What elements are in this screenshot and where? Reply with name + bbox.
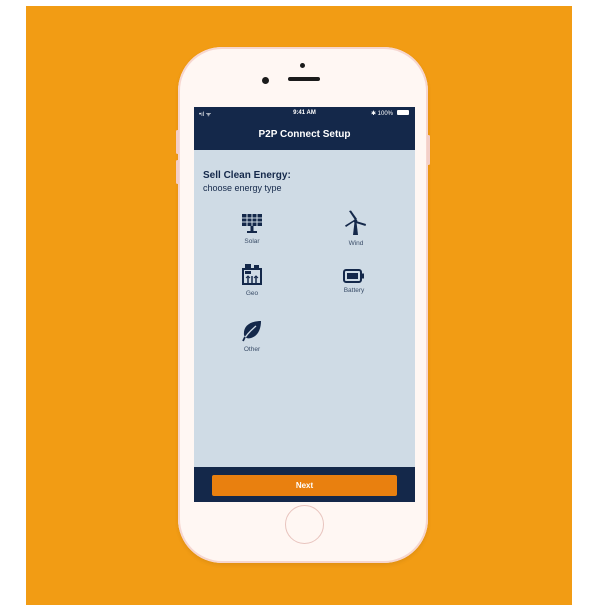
app-header: P2P Connect Setup <box>194 120 415 150</box>
battery-icon <box>397 110 409 115</box>
option-geo[interactable]: Geo <box>227 262 277 297</box>
next-button[interactable]: Next <box>212 475 397 496</box>
sensor-dot <box>300 63 305 68</box>
option-battery[interactable]: Battery <box>329 269 379 294</box>
geo-plant-icon <box>242 264 262 285</box>
battery-percent: ✱ 100% <box>370 111 393 117</box>
option-label: Battery <box>343 287 365 294</box>
home-button[interactable] <box>285 505 324 544</box>
option-label: Wind <box>348 240 364 247</box>
solar-panel-icon <box>242 214 262 233</box>
option-solar[interactable]: Solar <box>227 212 277 245</box>
wind-turbine-icon <box>345 210 366 235</box>
option-label: Geo <box>245 290 259 297</box>
phone-screen: •ıl ᯤ 9:41 AM ✱ 100% P2P Connect Setup S… <box>194 107 415 502</box>
option-label: Other <box>243 346 261 353</box>
power-button <box>427 135 430 165</box>
section-subheading: choose energy type <box>203 183 282 193</box>
speaker-grille <box>288 77 320 81</box>
leaf-icon <box>242 321 261 342</box>
option-label: Solar <box>244 238 260 245</box>
section-heading: Sell Clean Energy: <box>203 170 291 181</box>
option-other[interactable]: Other <box>227 320 277 353</box>
option-wind[interactable]: Wind <box>331 210 381 247</box>
page-title: P2P Connect Setup <box>258 129 351 140</box>
camera-icon <box>262 77 269 84</box>
status-bar: •ıl ᯤ 9:41 AM ✱ 100% <box>194 107 415 120</box>
volume-button <box>176 130 179 154</box>
battery-icon <box>343 269 364 283</box>
volume-button <box>176 160 179 184</box>
